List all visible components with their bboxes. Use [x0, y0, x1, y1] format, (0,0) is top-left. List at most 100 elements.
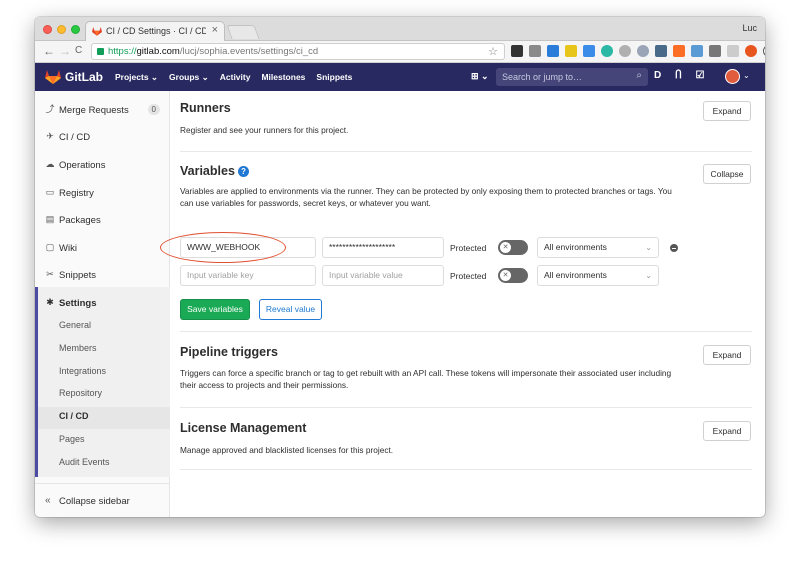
gitlab-extension-icon[interactable]	[673, 45, 685, 57]
chevron-down-icon: ⌄	[645, 271, 652, 280]
nav-activity[interactable]: Activity	[220, 72, 251, 83]
close-window-button[interactable]	[43, 25, 52, 34]
chevron-down-icon[interactable]: ⌄	[743, 71, 750, 80]
sidebar-item-label: Settings	[59, 298, 97, 309]
protected-toggle[interactable]: ✕	[498, 240, 528, 255]
variable-key-input[interactable]: WWW_WEBHOOK	[180, 237, 316, 258]
sidebar-item-merge-requests[interactable]: ⤴ Merge Requests 0	[35, 97, 170, 123]
merge-requests-icon[interactable]: Ⴖ	[675, 70, 681, 81]
gitlab-logo-icon[interactable]	[45, 69, 61, 84]
nav-groups[interactable]: Groups ⌄	[169, 72, 209, 83]
extension-icon[interactable]	[763, 45, 765, 57]
sidebar-item-label: Operations	[59, 160, 106, 171]
maximize-window-button[interactable]	[71, 25, 80, 34]
url-text: https://gitlab.com/lucj/sophia.events/se…	[108, 46, 319, 57]
cast-icon[interactable]	[529, 45, 541, 57]
project-sidebar: ⤴ Merge Requests 0 ✈ CI / CD ☁ Operation…	[35, 91, 170, 517]
remove-variable-icon[interactable]	[670, 244, 678, 252]
sidebar-sub-pages[interactable]: Pages	[59, 434, 85, 444]
sidebar-sub-repository[interactable]: Repository	[59, 388, 102, 398]
bookmark-star-icon[interactable]: ☆	[488, 45, 498, 58]
extension-icon[interactable]	[655, 45, 667, 57]
package-icon: ▤	[45, 214, 55, 224]
sidebar-item-registry[interactable]: ▭ Registry	[35, 180, 170, 206]
nav-milestones[interactable]: Milestones	[261, 72, 305, 83]
extension-icon[interactable]	[745, 45, 757, 57]
pipeline-triggers-description: Triggers can force a specific branch or …	[180, 368, 672, 390]
extension-icon[interactable]	[601, 45, 613, 57]
back-arrow-icon[interactable]: ←	[43, 44, 55, 58]
url-input[interactable]: https://gitlab.com/lucj/sophia.events/se…	[91, 43, 505, 60]
sidebar-item-wiki[interactable]: ▢ Wiki	[35, 235, 170, 261]
save-variables-button[interactable]: Save variables	[180, 299, 250, 320]
scissors-icon: ✂	[46, 269, 54, 279]
forward-arrow-icon[interactable]: →	[59, 44, 71, 58]
issues-icon[interactable]: D	[654, 70, 661, 81]
new-tab-button[interactable]	[226, 25, 260, 39]
todos-icon[interactable]: ☑	[696, 70, 705, 81]
secure-lock-icon	[97, 48, 104, 55]
book-icon: ▢	[45, 242, 55, 252]
section-divider	[180, 469, 752, 470]
reveal-value-button[interactable]: Reveal value	[259, 299, 322, 320]
navbar-right-icons: D Ⴖ ☑	[654, 70, 705, 81]
search-input[interactable]: Search or jump to… ⌕	[496, 68, 648, 86]
variable-value-input[interactable]: Input variable value	[322, 265, 444, 286]
extension-icon[interactable]	[709, 45, 721, 57]
license-management-expand-button[interactable]: Expand	[703, 421, 751, 441]
sidebar-sub-general[interactable]: General	[59, 320, 91, 330]
browser-profile-name[interactable]: Luc	[742, 23, 757, 33]
sidebar-sub-audit-events[interactable]: Audit Events	[59, 457, 110, 467]
help-icon[interactable]: ?	[237, 166, 249, 177]
sidebar-sub-members[interactable]: Members	[59, 343, 97, 353]
runners-expand-button[interactable]: Expand	[703, 101, 751, 121]
environment-select[interactable]: All environments ⌄	[537, 237, 659, 258]
extension-icon[interactable]	[547, 45, 559, 57]
tab-close-icon[interactable]: ×	[212, 24, 218, 36]
pipeline-triggers-expand-button[interactable]: Expand	[703, 345, 751, 365]
extension-icon[interactable]	[691, 45, 703, 57]
runners-title: Runners	[180, 101, 231, 115]
minimize-window-button[interactable]	[57, 25, 66, 34]
variable-value-input[interactable]: ********************	[322, 237, 444, 258]
variables-collapse-button[interactable]: Collapse	[703, 164, 751, 184]
nav-snippets[interactable]: Snippets	[316, 72, 352, 83]
variables-title: Variables?	[180, 164, 249, 178]
toggle-off-icon: ✕	[500, 270, 511, 281]
reload-icon[interactable]: C	[75, 44, 82, 58]
environment-select[interactable]: All environments ⌄	[537, 265, 659, 286]
sidebar-item-operations[interactable]: ☁ Operations	[35, 152, 170, 178]
extension-icon[interactable]	[619, 45, 631, 57]
search-icon: ⌕	[636, 70, 642, 81]
extension-icon[interactable]	[727, 45, 739, 57]
nav-projects[interactable]: Projects ⌄	[115, 72, 158, 83]
sidebar-item-snippets[interactable]: ✂ Snippets	[35, 262, 170, 288]
gitlab-brand[interactable]: GitLab	[65, 70, 103, 84]
sidebar-item-packages[interactable]: ▤ Packages	[35, 207, 170, 233]
gitlab-favicon-icon	[92, 26, 102, 36]
container-icon: ▭	[45, 187, 55, 197]
section-divider	[180, 331, 752, 332]
collapse-sidebar-label: Collapse sidebar	[59, 496, 130, 507]
rocket-icon: ✈	[46, 131, 54, 141]
toggle-off-icon: ✕	[500, 242, 511, 253]
browser-window: CI / CD Settings · CI / CD · Luc × Luc ←…	[35, 17, 765, 517]
collapse-sidebar-button[interactable]: « Collapse sidebar	[35, 483, 170, 517]
sidebar-item-settings[interactable]: ✱ Settings	[35, 290, 170, 316]
sidebar-item-label: Packages	[59, 215, 101, 226]
extension-icon[interactable]	[565, 45, 577, 57]
variable-key-input[interactable]: Input variable key	[180, 265, 316, 286]
avatar[interactable]	[725, 69, 740, 84]
extension-icons: ⋮	[511, 44, 765, 60]
extension-icon[interactable]	[637, 45, 649, 57]
sidebar-sub-integrations[interactable]: Integrations	[59, 366, 106, 376]
browser-tab-active[interactable]: CI / CD Settings · CI / CD · Luc ×	[85, 21, 225, 41]
protected-toggle[interactable]: ✕	[498, 268, 528, 283]
extension-icon[interactable]	[511, 45, 523, 57]
new-item-dropdown[interactable]: ⊞ ⌄	[471, 71, 489, 82]
sidebar-item-label: Snippets	[59, 270, 96, 281]
sidebar-sub-ci-cd[interactable]: CI / CD	[59, 411, 89, 421]
sidebar-item-ci-cd[interactable]: ✈ CI / CD	[35, 124, 170, 150]
extension-icon[interactable]	[583, 45, 595, 57]
protected-label: Protected	[450, 271, 487, 281]
